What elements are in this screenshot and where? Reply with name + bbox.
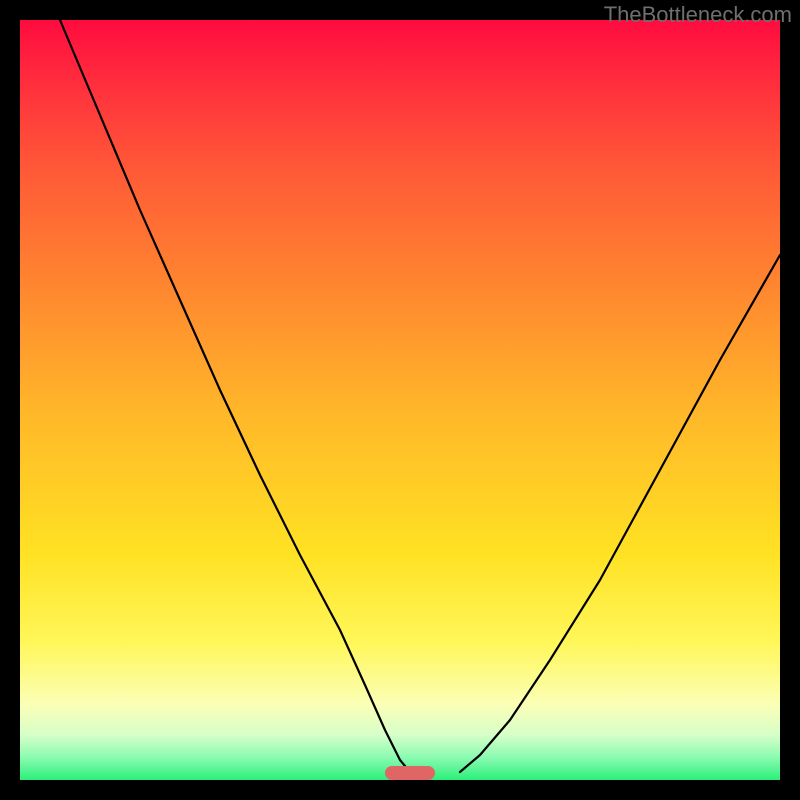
curve-left-path	[60, 20, 410, 772]
minimum-marker	[385, 766, 435, 780]
plot-area	[20, 20, 780, 780]
chart-frame: TheBottleneck.com	[0, 0, 800, 800]
watermark-text: TheBottleneck.com	[604, 2, 792, 28]
bottleneck-curve	[20, 20, 780, 780]
curve-right-path	[460, 255, 780, 772]
